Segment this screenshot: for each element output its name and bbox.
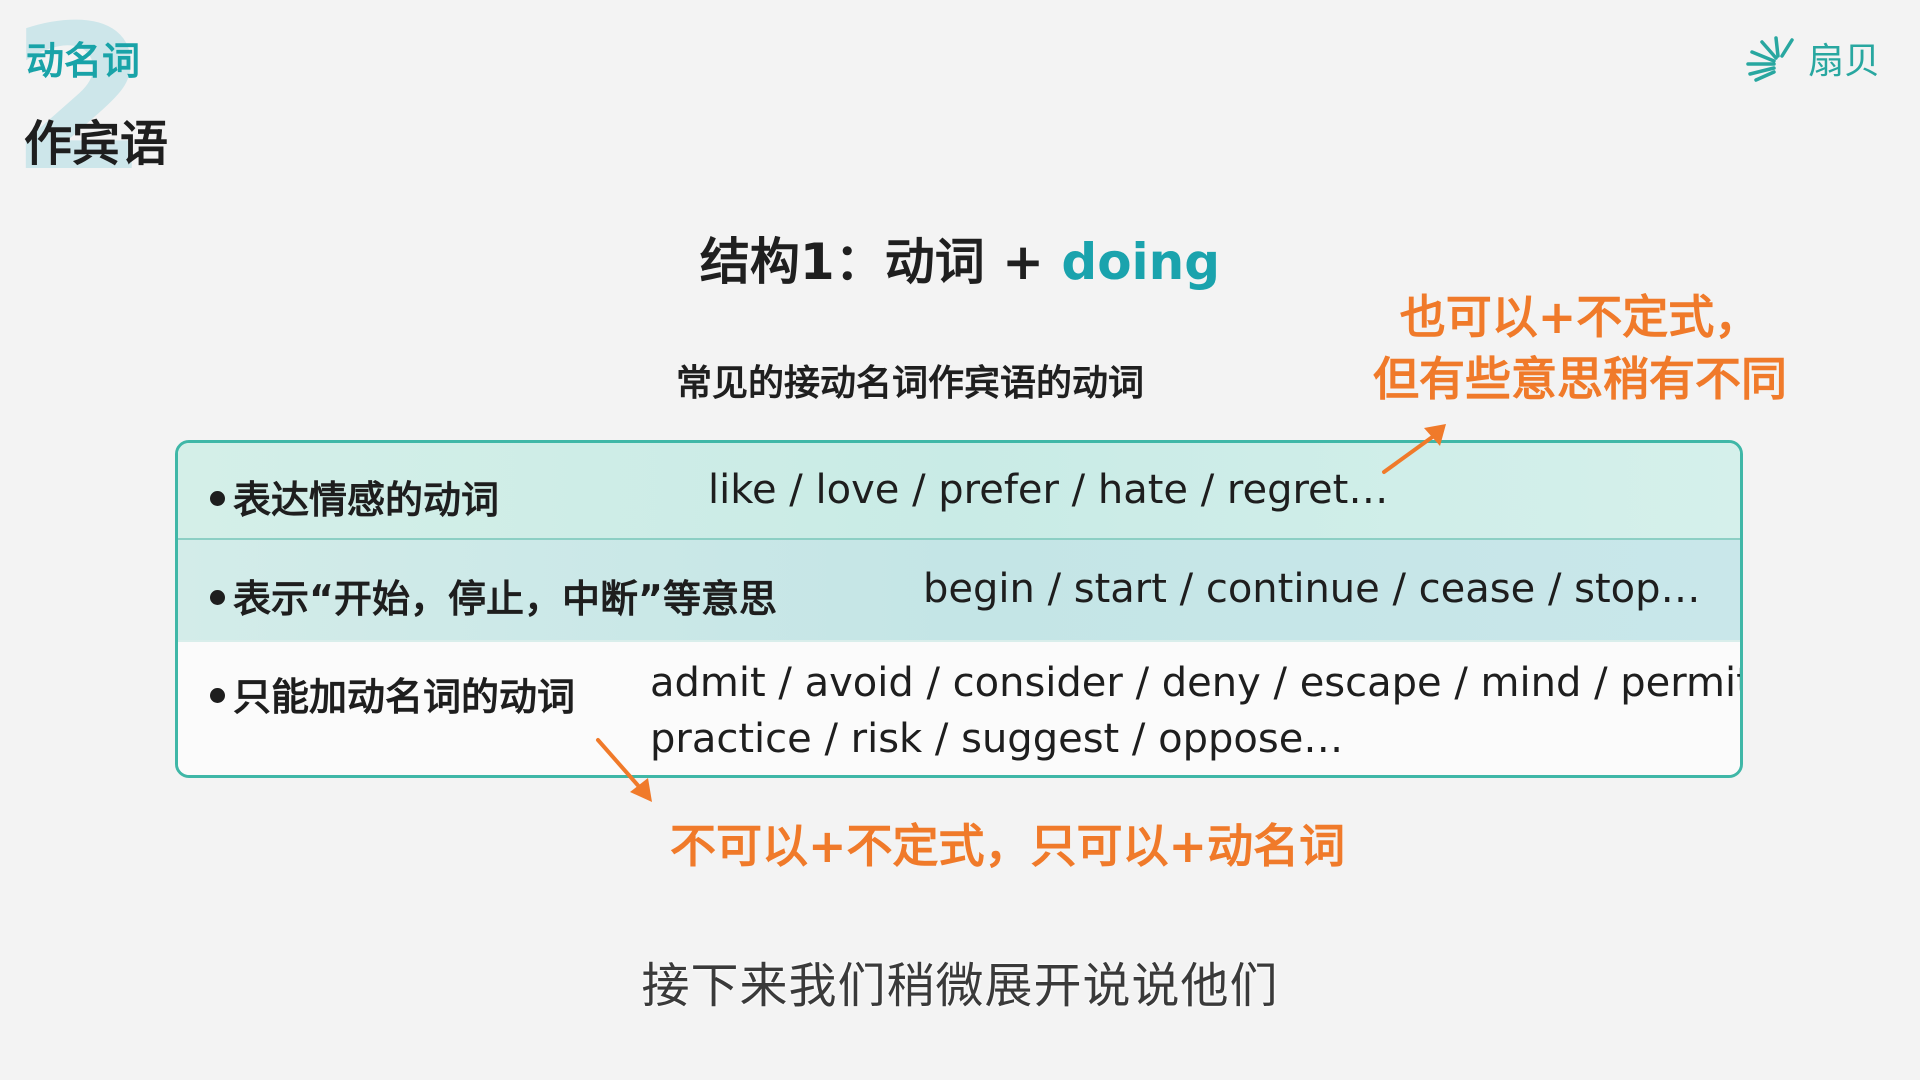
bullet-icon: [210, 491, 225, 506]
verbs-table: 表达情感的动词 like / love / prefer / hate / re…: [175, 440, 1743, 778]
annotation-top-line2: 但有些意思稍有不同: [1373, 352, 1787, 406]
table-row: 表示“开始，停止，中断”等意思 begin / start / continue…: [178, 540, 1740, 640]
section-subtitle: 动名词: [26, 39, 141, 83]
annotation-bottom: 不可以+不定式，只可以+动名词: [670, 819, 1346, 873]
heading-prefix: 结构1：动词 +: [699, 233, 1062, 291]
video-caption: 接下来我们稍微展开说说他们: [641, 958, 1279, 1014]
section-title: 作宾语: [24, 116, 169, 172]
row-label: 表示“开始，停止，中断”等意思: [210, 568, 777, 623]
annotation-top-line1: 也可以+不定式，: [1399, 290, 1761, 344]
row-verbs-line1: admit / avoid / consider / deny / escape…: [650, 660, 1743, 706]
shell-rays-icon: [1746, 36, 1794, 82]
annotation-top: 也可以+不定式， 但有些意思稍有不同: [1350, 286, 1810, 410]
bullet-icon: [210, 590, 225, 605]
row-label-text: 表示“开始，停止，中断”等意思: [233, 577, 777, 621]
row-label-text: 表达情感的动词: [233, 478, 500, 522]
arrow-up-right-icon: [1382, 424, 1446, 474]
heading-accent: doing: [1061, 233, 1221, 291]
row-label: 只能加动名词的动词: [210, 666, 575, 721]
brand-logo: 扇贝: [1744, 32, 1880, 84]
row-label: 表达情感的动词: [210, 469, 499, 524]
table-subheading: 常见的接动名词作宾语的动词: [676, 363, 1145, 404]
row-label-text: 只能加动名词的动词: [233, 675, 576, 719]
bullet-icon: [210, 688, 225, 703]
table-row: 只能加动名词的动词 admit / avoid / consider / den…: [178, 640, 1743, 775]
structure-heading: 结构1：动词 + doing: [0, 222, 1920, 294]
row-verbs-line2: practice / risk / suggest / oppose…: [650, 716, 1344, 762]
logo-text: 扇贝: [1807, 41, 1880, 82]
row-verbs: begin / start / continue / cease / stop…: [923, 566, 1701, 612]
arrow-down-right-icon: [596, 738, 652, 802]
row-verbs: like / love / prefer / hate / regret…: [708, 467, 1389, 513]
table-row: 表达情感的动词 like / love / prefer / hate / re…: [178, 443, 1740, 540]
